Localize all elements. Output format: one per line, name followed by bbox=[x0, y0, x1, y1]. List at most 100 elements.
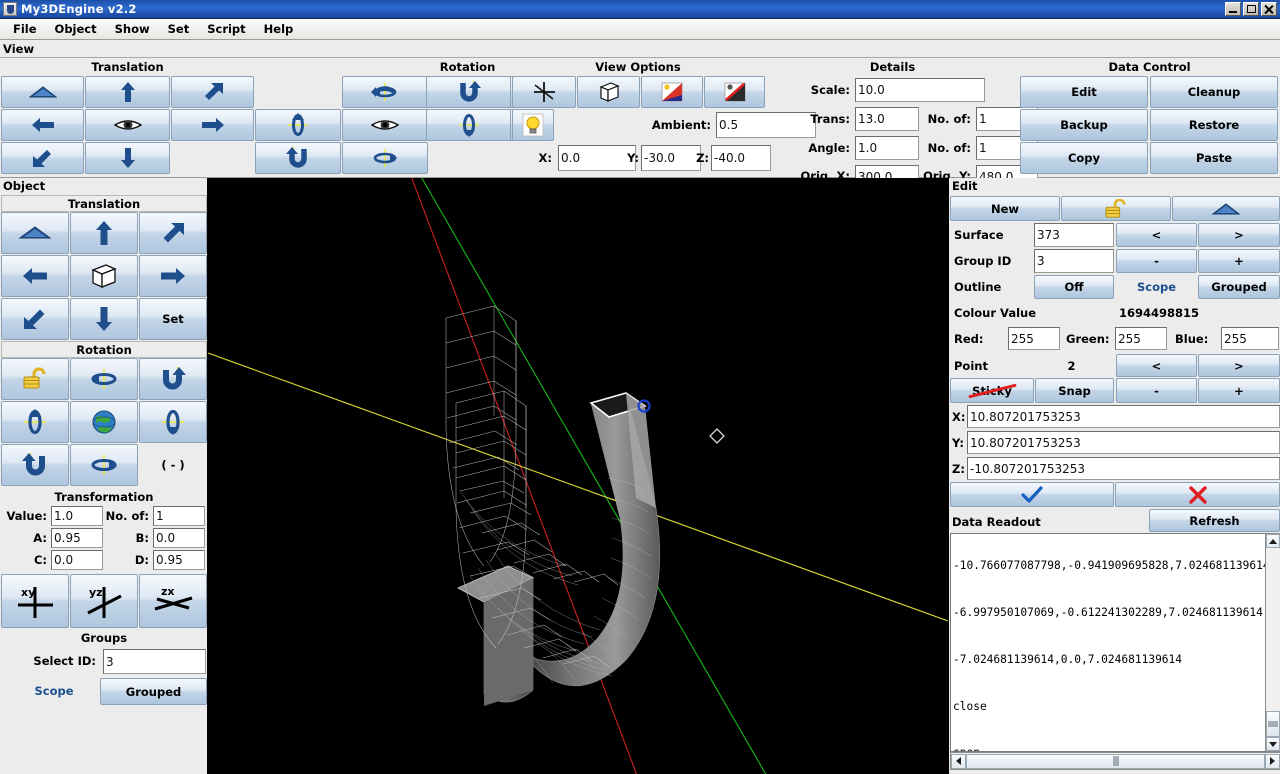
translate-up-right-button[interactable] bbox=[171, 76, 254, 108]
data-readout-textarea[interactable]: -10.766077087798,-0.941909695828,7.02468… bbox=[950, 533, 1267, 752]
view-rotate-vertical-button[interactable] bbox=[426, 109, 511, 141]
maximize-button[interactable] bbox=[1243, 2, 1259, 16]
raise-button[interactable] bbox=[1172, 196, 1280, 221]
translate-center-eye-button[interactable] bbox=[85, 109, 170, 141]
point-minus-button[interactable]: - bbox=[1116, 378, 1197, 403]
transform-d-input[interactable]: 0.95 bbox=[153, 550, 205, 570]
new-button[interactable]: New bbox=[950, 196, 1060, 221]
transform-c-input[interactable]: 0.0 bbox=[51, 550, 103, 570]
translate-right-button[interactable] bbox=[171, 109, 254, 141]
trans-input[interactable]: 13.0 bbox=[855, 107, 919, 131]
menu-file[interactable]: File bbox=[4, 20, 46, 38]
refresh-button[interactable]: Refresh bbox=[1149, 509, 1280, 532]
paste-button[interactable]: Paste bbox=[1150, 142, 1278, 174]
blue-input[interactable]: 255 bbox=[1221, 327, 1279, 350]
backup-button[interactable]: Backup bbox=[1020, 109, 1148, 141]
transform-b-input[interactable]: 0.0 bbox=[153, 528, 205, 548]
plane-yz-button[interactable]: yz bbox=[70, 574, 138, 628]
obj-rotate-lock-button[interactable] bbox=[1, 358, 69, 400]
minimize-button[interactable] bbox=[1225, 2, 1241, 16]
scroll-down-arrow[interactable] bbox=[1266, 737, 1280, 751]
transform-a-input[interactable]: 0.95 bbox=[51, 528, 103, 548]
cancel-button[interactable] bbox=[1115, 482, 1280, 507]
translate-left-button[interactable] bbox=[1, 109, 84, 141]
edit-button[interactable]: Edit bbox=[1020, 76, 1148, 108]
menu-help[interactable]: Help bbox=[255, 20, 303, 38]
obj-translate-up-depth-button[interactable] bbox=[1, 212, 69, 254]
group-id-minus-button[interactable]: - bbox=[1116, 249, 1197, 273]
scroll-left-arrow[interactable] bbox=[951, 753, 966, 769]
transform-value-input[interactable]: 1.0 bbox=[51, 506, 103, 526]
point-prev-button[interactable]: < bbox=[1116, 354, 1197, 377]
obj-rotate-z-neg-button[interactable] bbox=[1, 444, 69, 486]
point-y-input[interactable]: 10.807201753253 bbox=[967, 431, 1280, 454]
view-solid-toggle-button[interactable] bbox=[577, 76, 640, 108]
translate-up-button[interactable] bbox=[85, 76, 170, 108]
plane-zx-button[interactable]: zx bbox=[139, 574, 207, 628]
obj-translate-down-button[interactable] bbox=[70, 298, 138, 340]
view-z-input[interactable]: -40.0 bbox=[711, 145, 771, 171]
confirm-button[interactable] bbox=[950, 482, 1114, 507]
obj-rotate-x-pos-button[interactable] bbox=[1, 401, 69, 443]
outline-grouped-button[interactable]: Grouped bbox=[1198, 275, 1280, 299]
restore-button[interactable]: Restore bbox=[1150, 109, 1278, 141]
view-axes-toggle-button[interactable] bbox=[512, 76, 576, 108]
translate-down-button[interactable] bbox=[85, 142, 170, 174]
point-z-input[interactable]: -10.807201753253 bbox=[967, 457, 1280, 480]
obj-rotate-negate-button[interactable]: ( - ) bbox=[139, 444, 207, 486]
obj-translate-set-button[interactable]: Set bbox=[139, 298, 207, 340]
obj-translate-cube-button[interactable] bbox=[70, 255, 138, 297]
scroll-vertical-thumb[interactable] bbox=[1266, 711, 1280, 737]
translate-down-left-button[interactable] bbox=[1, 142, 84, 174]
readout-horizontal-scrollbar[interactable] bbox=[950, 752, 1280, 770]
plane-xy-button[interactable]: xy bbox=[1, 574, 69, 628]
obj-rotate-x-neg-button[interactable] bbox=[139, 401, 207, 443]
scroll-right-arrow[interactable] bbox=[1265, 753, 1280, 769]
transform-count-input[interactable]: 1 bbox=[153, 506, 205, 526]
lock-button[interactable] bbox=[1061, 196, 1171, 221]
rotate-y-neg-button[interactable] bbox=[342, 76, 428, 108]
menu-script[interactable]: Script bbox=[198, 20, 254, 38]
obj-translate-up-right-button[interactable] bbox=[139, 212, 207, 254]
copy-button[interactable]: Copy bbox=[1020, 142, 1148, 174]
3d-viewport[interactable] bbox=[208, 178, 948, 774]
green-input[interactable]: 255 bbox=[1115, 327, 1167, 350]
group-id-plus-button[interactable]: + bbox=[1198, 249, 1280, 273]
outline-state-button[interactable]: Off bbox=[1034, 275, 1114, 299]
angle-input[interactable]: 1.0 bbox=[855, 136, 919, 160]
obj-translate-down-left-button[interactable] bbox=[1, 298, 69, 340]
view-rotate-button[interactable] bbox=[426, 76, 511, 108]
obj-rotate-y-pos-button[interactable] bbox=[70, 444, 138, 486]
point-plus-button[interactable]: + bbox=[1198, 378, 1280, 403]
scale-input[interactable]: 10.0 bbox=[855, 78, 985, 102]
groups-scope-label[interactable]: Scope bbox=[8, 676, 100, 706]
obj-translate-right-button[interactable] bbox=[139, 255, 207, 297]
surface-prev-button[interactable]: < bbox=[1116, 223, 1197, 247]
obj-translate-up-button[interactable] bbox=[70, 212, 138, 254]
rotate-z-neg-button[interactable] bbox=[255, 142, 341, 174]
surface-next-button[interactable]: > bbox=[1198, 223, 1280, 247]
surface-input[interactable]: 373 bbox=[1034, 223, 1114, 247]
translate-up-depth-button[interactable] bbox=[1, 76, 84, 108]
select-id-input[interactable]: 3 bbox=[103, 649, 206, 674]
view-gradient-on-button[interactable] bbox=[641, 76, 703, 108]
readout-vertical-scrollbar[interactable] bbox=[1265, 533, 1280, 752]
scroll-horizontal-thumb[interactable] bbox=[966, 753, 1265, 769]
red-input[interactable]: 255 bbox=[1008, 327, 1060, 350]
point-next-button[interactable]: > bbox=[1198, 354, 1280, 377]
rotate-x-pos-button[interactable] bbox=[255, 109, 341, 141]
view-light-toggle-button[interactable] bbox=[512, 109, 554, 141]
obj-rotate-z-pos-button[interactable] bbox=[139, 358, 207, 400]
menu-object[interactable]: Object bbox=[46, 20, 106, 38]
point-x-input[interactable]: 10.807201753253 bbox=[967, 405, 1280, 428]
rotate-y-pos-button[interactable] bbox=[342, 142, 428, 174]
menu-set[interactable]: Set bbox=[159, 20, 199, 38]
obj-rotate-globe-button[interactable] bbox=[70, 401, 138, 443]
obj-translate-left-button[interactable] bbox=[1, 255, 69, 297]
scroll-up-arrow[interactable] bbox=[1266, 534, 1280, 548]
group-id-input[interactable]: 3 bbox=[1034, 249, 1114, 273]
obj-rotate-y-neg-button[interactable] bbox=[70, 358, 138, 400]
sticky-button[interactable]: Sticky bbox=[950, 378, 1034, 403]
rotate-center-eye-button[interactable] bbox=[342, 109, 428, 141]
view-gradient-off-button[interactable] bbox=[704, 76, 765, 108]
